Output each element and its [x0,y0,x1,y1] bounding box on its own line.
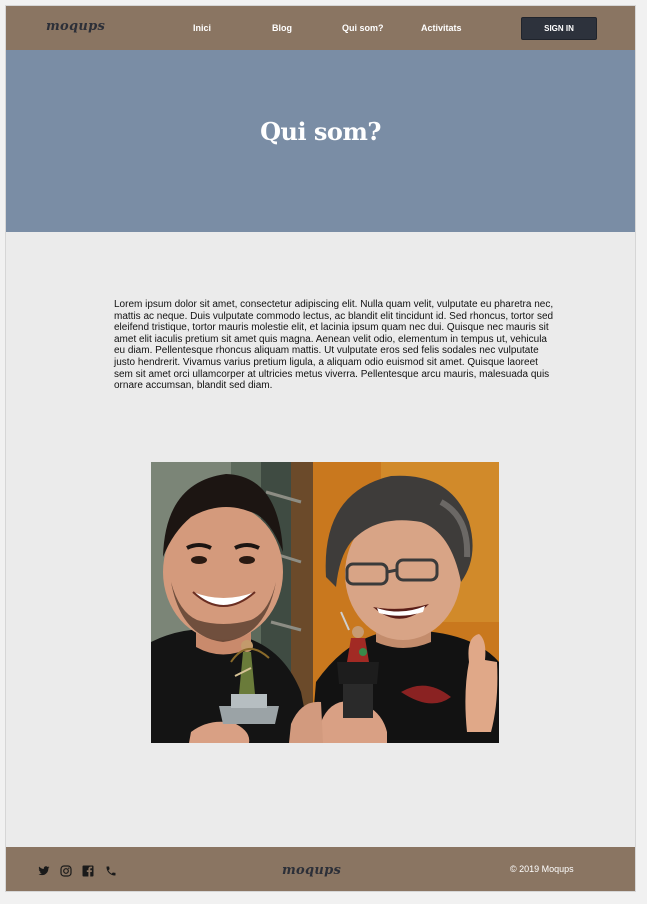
nav-link-inici[interactable]: Inici [193,23,211,33]
team-photo [151,462,499,743]
nav-link-activitats[interactable]: Activitats [421,23,462,33]
instagram-icon[interactable] [60,864,72,877]
hero-banner: Qui som? [6,50,635,232]
twitter-icon[interactable] [38,864,50,876]
sign-in-button[interactable]: SIGN IN [521,17,597,40]
copyright-text: © 2019 Moqups [510,864,574,874]
page-title: Qui som? [260,117,381,146]
nav-link-qui-som[interactable]: Qui som? [342,23,384,33]
page-frame: moqups Inici Blog Qui som? Activitats SI… [5,5,636,892]
facebook-icon[interactable] [82,864,94,877]
intro-paragraph: Lorem ipsum dolor sit amet, consectetur … [114,299,554,392]
footer-logo[interactable]: moqups [282,863,341,878]
footer: moqups © 2019 Moqups [6,847,635,891]
nav-link-blog[interactable]: Blog [272,23,292,33]
header-logo[interactable]: moqups [46,19,105,34]
phone-icon[interactable] [105,864,117,876]
top-navbar: moqups Inici Blog Qui som? Activitats SI… [6,6,635,50]
